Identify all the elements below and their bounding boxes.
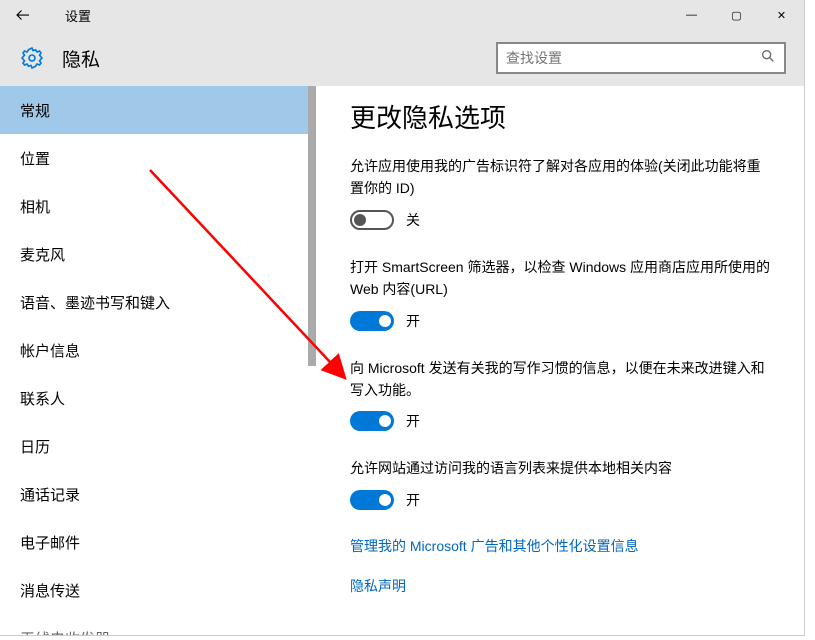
toggle-label: 开 — [406, 490, 420, 510]
option-desc: 向 Microsoft 发送有关我的写作习惯的信息，以便在未来改进键入和写入功能… — [350, 357, 774, 402]
sidebar-item-calendar[interactable]: 日历 — [0, 422, 316, 470]
sidebar-item-contacts[interactable]: 联系人 — [0, 374, 316, 422]
page-title: 隐私 — [62, 45, 100, 72]
sidebar-item-location[interactable]: 位置 — [0, 134, 316, 182]
sidebar-item-microphone[interactable]: 麦克风 — [0, 230, 316, 278]
sidebar-scrollbar[interactable] — [308, 86, 316, 635]
option-desc: 允许应用使用我的广告标识符了解对各应用的体验(关闭此功能将重置你的 ID) — [350, 155, 774, 200]
toggle-smartscreen[interactable] — [350, 311, 394, 331]
search-input[interactable] — [506, 50, 760, 66]
toggle-language-list[interactable] — [350, 490, 394, 510]
minimize-button[interactable]: — — [669, 0, 714, 30]
toggle-label: 关 — [406, 210, 420, 230]
scrollbar-thumb[interactable] — [308, 86, 316, 366]
content-pane: 更改隐私选项 允许应用使用我的广告标识符了解对各应用的体验(关闭此功能将重置你的… — [316, 86, 804, 635]
search-box[interactable] — [496, 42, 786, 74]
window-title: 设置 — [65, 6, 91, 25]
gear-icon — [20, 46, 44, 70]
close-button[interactable]: ✕ — [759, 0, 804, 30]
toggle-writing-info[interactable] — [350, 411, 394, 431]
sidebar: 常规 位置 相机 麦克风 语音、墨迹书写和键入 帐户信息 联系人 日历 通话记录… — [0, 86, 316, 635]
link-privacy-statement[interactable]: 隐私声明 — [350, 576, 774, 596]
content-heading: 更改隐私选项 — [350, 98, 774, 135]
sidebar-item-radios[interactable]: 无线电收发器 — [0, 614, 316, 635]
maximize-button[interactable]: ▢ — [714, 0, 759, 30]
sidebar-item-callhistory[interactable]: 通话记录 — [0, 470, 316, 518]
toggle-label: 开 — [406, 311, 420, 331]
option-desc: 允许网站通过访问我的语言列表来提供本地相关内容 — [350, 457, 774, 479]
sidebar-item-general[interactable]: 常规 — [0, 86, 316, 134]
link-manage-ads[interactable]: 管理我的 Microsoft 广告和其他个性化设置信息 — [350, 536, 774, 556]
sidebar-item-email[interactable]: 电子邮件 — [0, 518, 316, 566]
back-button[interactable] — [0, 0, 45, 30]
search-icon — [760, 48, 776, 69]
sidebar-item-account[interactable]: 帐户信息 — [0, 326, 316, 374]
sidebar-item-camera[interactable]: 相机 — [0, 182, 316, 230]
toggle-label: 开 — [406, 411, 420, 431]
toggle-ad-id[interactable] — [350, 210, 394, 230]
sidebar-item-messaging[interactable]: 消息传送 — [0, 566, 316, 614]
option-desc: 打开 SmartScreen 筛选器，以检查 Windows 应用商店应用所使用… — [350, 256, 774, 301]
sidebar-item-speech[interactable]: 语音、墨迹书写和键入 — [0, 278, 316, 326]
